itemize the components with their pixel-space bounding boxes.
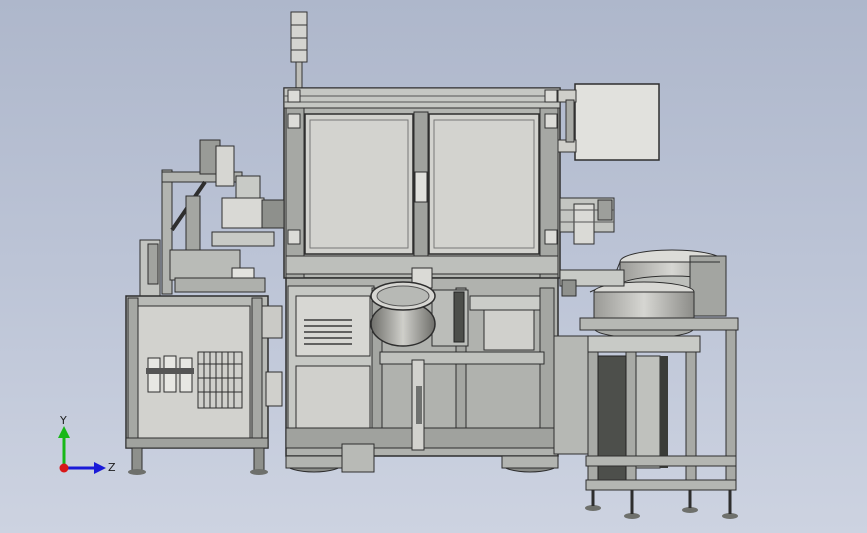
signal-tower [290,11,308,91]
z-axis-arrowhead [94,462,106,474]
electrical-control-box [557,83,660,161]
y-axis-label: Y [59,414,67,427]
left-pneumatic-cabinet [125,295,283,475]
side-actuator-module [559,197,615,245]
y-axis-arrowhead [58,426,70,438]
cad-viewport[interactable]: Y Z [0,0,867,533]
main-enclosure [283,87,561,279]
x-axis-dot [59,463,69,473]
main-lower-frame [285,267,589,473]
cylindrical-part-guard [370,281,436,347]
axis-triad: Y Z [58,414,116,474]
machine-assembly-model [125,11,739,519]
z-axis-label: Z [108,461,116,474]
feeder-stand [585,329,738,519]
left-pick-place-station [139,139,285,297]
